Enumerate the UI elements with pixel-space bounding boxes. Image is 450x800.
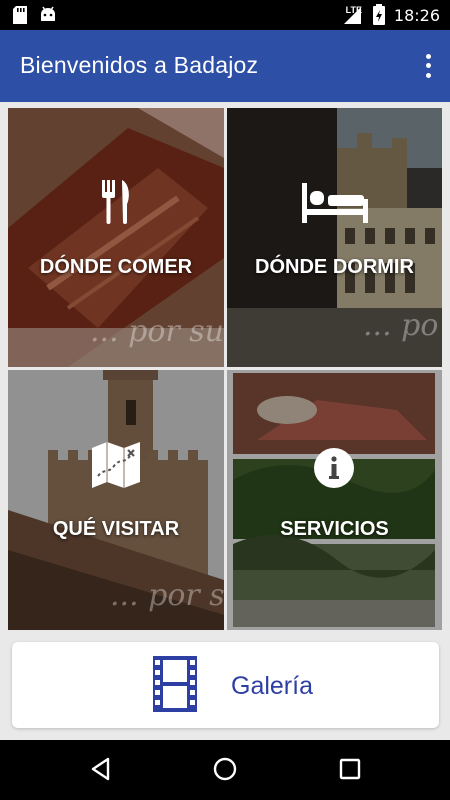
fork-knife-icon [102,180,129,224]
tile-label: QUÉ VISITAR [52,518,180,540]
tile-label: DÓNDE COMER [39,256,193,278]
recents-icon[interactable] [337,754,363,784]
tile-donde-dormir[interactable]: DÓNDE DORMIR ... po [227,108,442,367]
tile-label: DÓNDE DORMIR [255,256,414,278]
info-icon [314,448,354,488]
more-vert-icon[interactable] [420,52,436,80]
tile-que-visitar[interactable]: QUÉ VISITAR ... por su [8,370,224,630]
battery-icon [372,4,385,25]
app-bar: Bienvenidos a Badajoz [0,30,450,102]
watermark-text: ... por su [110,578,224,613]
category-grid: DÓNDE COMER ... por su DÓNDE DORMIR ... … [8,108,442,630]
bed-icon [302,183,368,223]
clock: 18:26 [393,5,440,25]
home-icon[interactable] [211,754,239,784]
gallery-label: Galería [231,672,313,700]
android-icon [41,6,55,21]
watermark-text: ... po [363,308,439,343]
navigation-bar [0,740,450,800]
back-icon[interactable] [88,754,112,784]
network-type-label: LTE [345,5,362,15]
map-icon [92,442,140,488]
film-icon [153,656,197,712]
status-bar: LTE 18:26 [0,0,450,30]
watermark-text: ... por su [90,314,224,349]
tile-donde-comer[interactable]: DÓNDE COMER ... por su [8,108,224,367]
tile-background-image [227,370,442,630]
tile-label: SERVICIOS [280,518,389,540]
gallery-button[interactable]: Galería [12,642,439,728]
sd-card-icon [13,6,27,24]
tile-servicios[interactable]: SERVICIOS [227,370,442,630]
app-title: Bienvenidos a Badajoz [20,52,259,78]
